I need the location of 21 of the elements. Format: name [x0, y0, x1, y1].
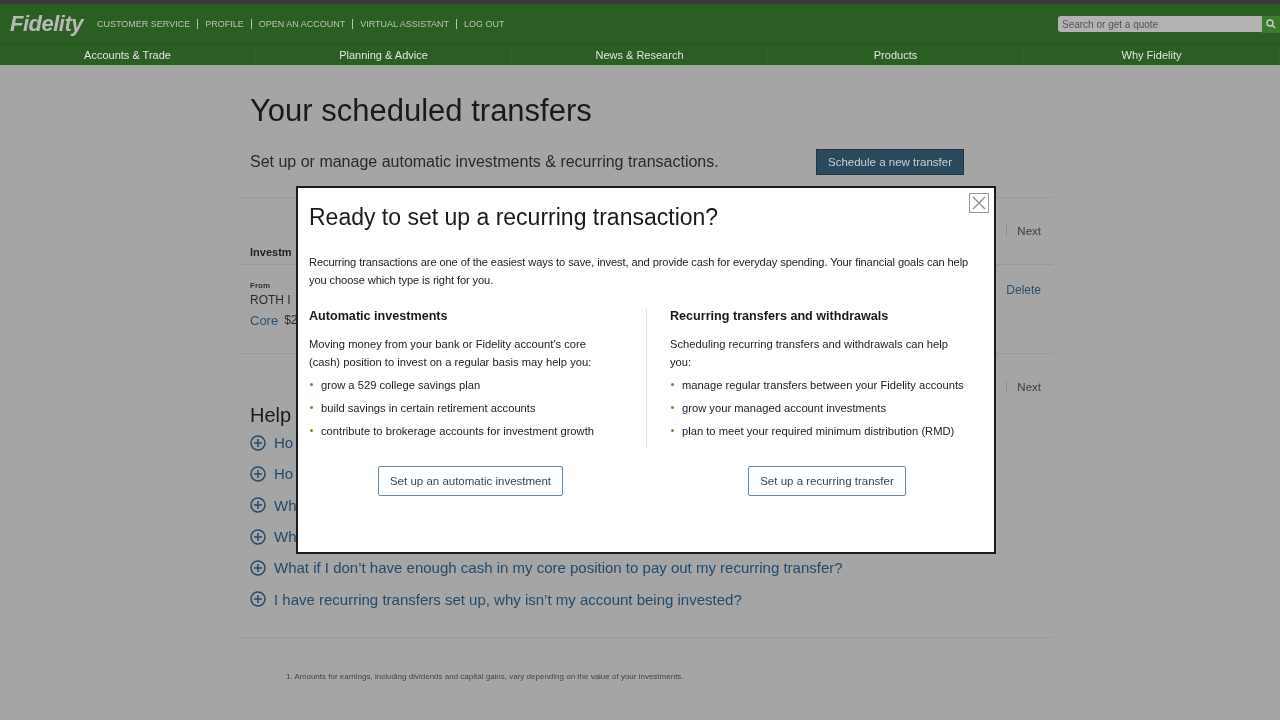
column-heading: Recurring transfers and withdrawals: [670, 309, 890, 323]
bullet-text: grow a 529 college savings plan: [321, 378, 481, 391]
bullet-text: contribute to brokerage accounts for investment growth: [321, 424, 594, 437]
column-text: Scheduling recurring transfers and withdrawals can help you:: [670, 337, 949, 370]
bullet-text: grow your managed account investments: [682, 401, 886, 414]
account-name: ROTH I: [250, 293, 292, 307]
from-label: From: [250, 281, 271, 290]
dialog-title: Ready to set up a recurring transaction?: [309, 204, 720, 231]
page-subtitle: Set up or manage automatic investments & recurring transactions.: [250, 153, 720, 171]
column-header: Investm: [250, 246, 292, 258]
page-title: Your scheduled transfers: [250, 93, 593, 129]
bullet-text: build savings in certain retirement accounts: [321, 401, 536, 414]
bullet-text: manage regular transfers between your Fidelity accounts: [682, 378, 964, 391]
amount: $2: [284, 313, 298, 328]
bullet-text: plan to meet your required minimum distribution (RMD): [682, 424, 955, 437]
footnote: 1. Amounts for earnings, including dividends and capital gains, vary depending on the value of your investments.: [286, 671, 685, 681]
column-text: Moving money from your bank or Fidelity account's core (cash) position to invest on a regular basis may help you:: [309, 337, 593, 370]
core-label: Core: [250, 313, 279, 328]
dialog-intro: Recurring transactions are one of the easiest ways to save, invest, and provide cash for everyday spending. Your financial goals can help you choose which type is right for you.: [309, 255, 970, 288]
column-heading: Automatic investments: [309, 309, 449, 323]
help-heading: Help: [250, 404, 292, 427]
